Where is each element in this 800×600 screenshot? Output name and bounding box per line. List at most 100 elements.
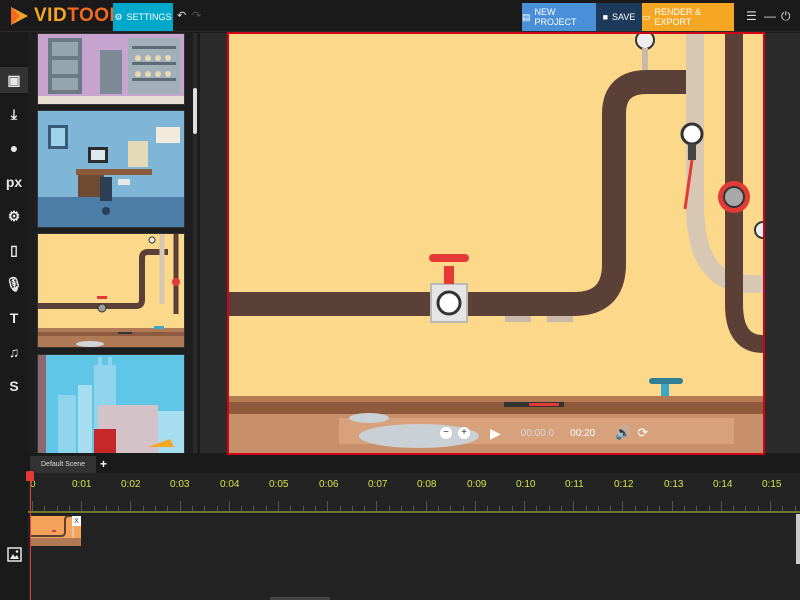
ruler-tickmark (683, 506, 685, 511)
volume-icon[interactable]: 🔊 (615, 425, 631, 441)
monitor-icon: ▭ (642, 11, 651, 22)
ruler-tickmark (573, 501, 575, 511)
text-icon: T (9, 310, 19, 326)
tool-microphone[interactable]: 🎙 (0, 271, 28, 297)
pixabay-icon: px (5, 174, 23, 190)
playback-controls: − + ▶ 00:00.0 00:20 🔊 ⟳ (440, 423, 648, 443)
tick-label: 0:03 (170, 479, 190, 490)
redo-icon[interactable]: ↷ (192, 9, 201, 22)
minimize-icon[interactable]: — (764, 9, 776, 23)
ruler-tickmark (733, 506, 735, 511)
tick-label: 0:13 (664, 479, 684, 490)
import-icon: ⤓ (10, 105, 18, 122)
tool-pixabay[interactable]: px (0, 169, 28, 195)
scene-illustration (229, 34, 763, 453)
ruler-tickmark (401, 506, 402, 511)
tool-dollar[interactable]: S (0, 373, 28, 399)
ruler-tickmark (536, 506, 538, 511)
ruler-tickmark (105, 506, 107, 511)
ruler-tickmark (696, 506, 698, 511)
scene-stage[interactable] (227, 32, 765, 455)
bg-thumb-kitchen[interactable] (37, 33, 185, 105)
save-label: SAVE (612, 12, 636, 22)
ruler-tickmark (634, 506, 636, 511)
play-icon[interactable]: ▶ (490, 425, 501, 442)
tool-import[interactable]: ⤓ (0, 101, 28, 127)
settings-button[interactable]: ⚙ SETTINGS (113, 3, 173, 31)
new-file-icon: ▤ (522, 11, 531, 22)
tool-backgrounds[interactable]: ▣ (0, 67, 28, 93)
tool-characters[interactable]: ● (0, 135, 28, 161)
timeline-ruler[interactable]: 0 0:01 0:02 0:03 0:04 0:05 0:06 0:07 0:0… (28, 473, 800, 513)
zoom-in-icon[interactable]: + (458, 427, 470, 439)
characters-icon: ● (9, 140, 19, 156)
loop-icon[interactable]: ⟳ (637, 425, 648, 441)
render-label: RENDER & EXPORT (654, 7, 702, 27)
ruler-tickmark (204, 506, 206, 511)
power-icon[interactable]: ⏻ (781, 9, 791, 24)
tool-props[interactable]: ⚙ (0, 203, 28, 229)
ruler-tickmark (745, 506, 747, 511)
end-time: 00:20 (570, 427, 596, 439)
tick-label: 0:06 (319, 479, 339, 490)
current-time: 00:00.0 (520, 427, 555, 439)
tick-label: 0:07 (368, 479, 388, 490)
undo-icon[interactable]: ↶ (177, 9, 186, 22)
ruler-tickmark (511, 506, 513, 511)
ruler-tickmark (327, 501, 329, 511)
clip-close-button[interactable]: X (72, 516, 81, 526)
tool-music[interactable]: ♫ (0, 339, 28, 365)
ruler-tickmark (364, 506, 366, 511)
library-scrollbar[interactable] (193, 88, 197, 134)
timeline-vscrollbar[interactable] (796, 514, 800, 564)
save-button[interactable]: ■ SAVE (596, 3, 642, 31)
play-logo-icon (11, 7, 28, 25)
ruler-tickmark (622, 501, 624, 511)
scene-tab-default[interactable]: Default Scene (30, 456, 96, 473)
bg-thumb-office[interactable] (37, 110, 185, 228)
ruler-tickmark (32, 501, 33, 511)
render-export-button[interactable]: ▭ RENDER & EXPORT (642, 3, 734, 31)
ruler-tickmark (44, 506, 46, 511)
ruler-tickmark (499, 506, 501, 511)
timeline-header (0, 455, 800, 473)
ruler-tickmark (167, 506, 169, 511)
floppy-icon: ■ (602, 12, 609, 22)
ruler-tickmark (290, 506, 292, 511)
bg-thumb-pipes[interactable] (37, 233, 185, 348)
ruler-tickmark (437, 506, 439, 511)
zoom-out-icon[interactable]: − (440, 427, 452, 439)
ruler-tickmark (413, 506, 415, 511)
new-project-button[interactable]: ▤ NEW PROJECT (522, 3, 596, 31)
ruler-tickmark (376, 501, 378, 511)
tool-text[interactable]: T (0, 305, 28, 331)
ruler-tickmark (93, 506, 95, 511)
tool-document[interactable]: ▯ (0, 237, 28, 263)
ruler-tickmark (647, 506, 648, 511)
dollar-icon: S (9, 378, 19, 394)
ruler-tickmark (794, 506, 796, 511)
scene-tab-label: Default Scene (41, 461, 85, 468)
tick-label: 0:08 (417, 479, 437, 490)
ruler-tickmark (314, 506, 316, 511)
ruler-tickmark (560, 506, 562, 511)
ruler-tickmark (474, 501, 476, 511)
logo-vid-text: VID (34, 5, 68, 26)
tick-label: 0:01 (72, 479, 92, 490)
ruler-tickmark (585, 506, 587, 511)
bg-thumb-city[interactable] (37, 354, 185, 453)
ruler-tickmark (339, 506, 341, 511)
timeline-track[interactable] (28, 514, 800, 600)
tick-label: 0:14 (713, 479, 733, 490)
ruler-tickmark (81, 501, 83, 511)
ruler-tickmark (757, 506, 759, 511)
ruler-tickmark (216, 506, 218, 511)
playhead-line (30, 480, 31, 600)
settings-label: SETTINGS (126, 12, 172, 22)
ruler-tickmark (487, 506, 489, 511)
tick-label: 0:15 (762, 479, 782, 490)
ruler-tickmark (462, 506, 464, 511)
add-scene-icon[interactable]: + (100, 457, 107, 471)
logo: VIDTOON (8, 4, 124, 28)
menu-icon[interactable]: ☰ (746, 9, 757, 23)
